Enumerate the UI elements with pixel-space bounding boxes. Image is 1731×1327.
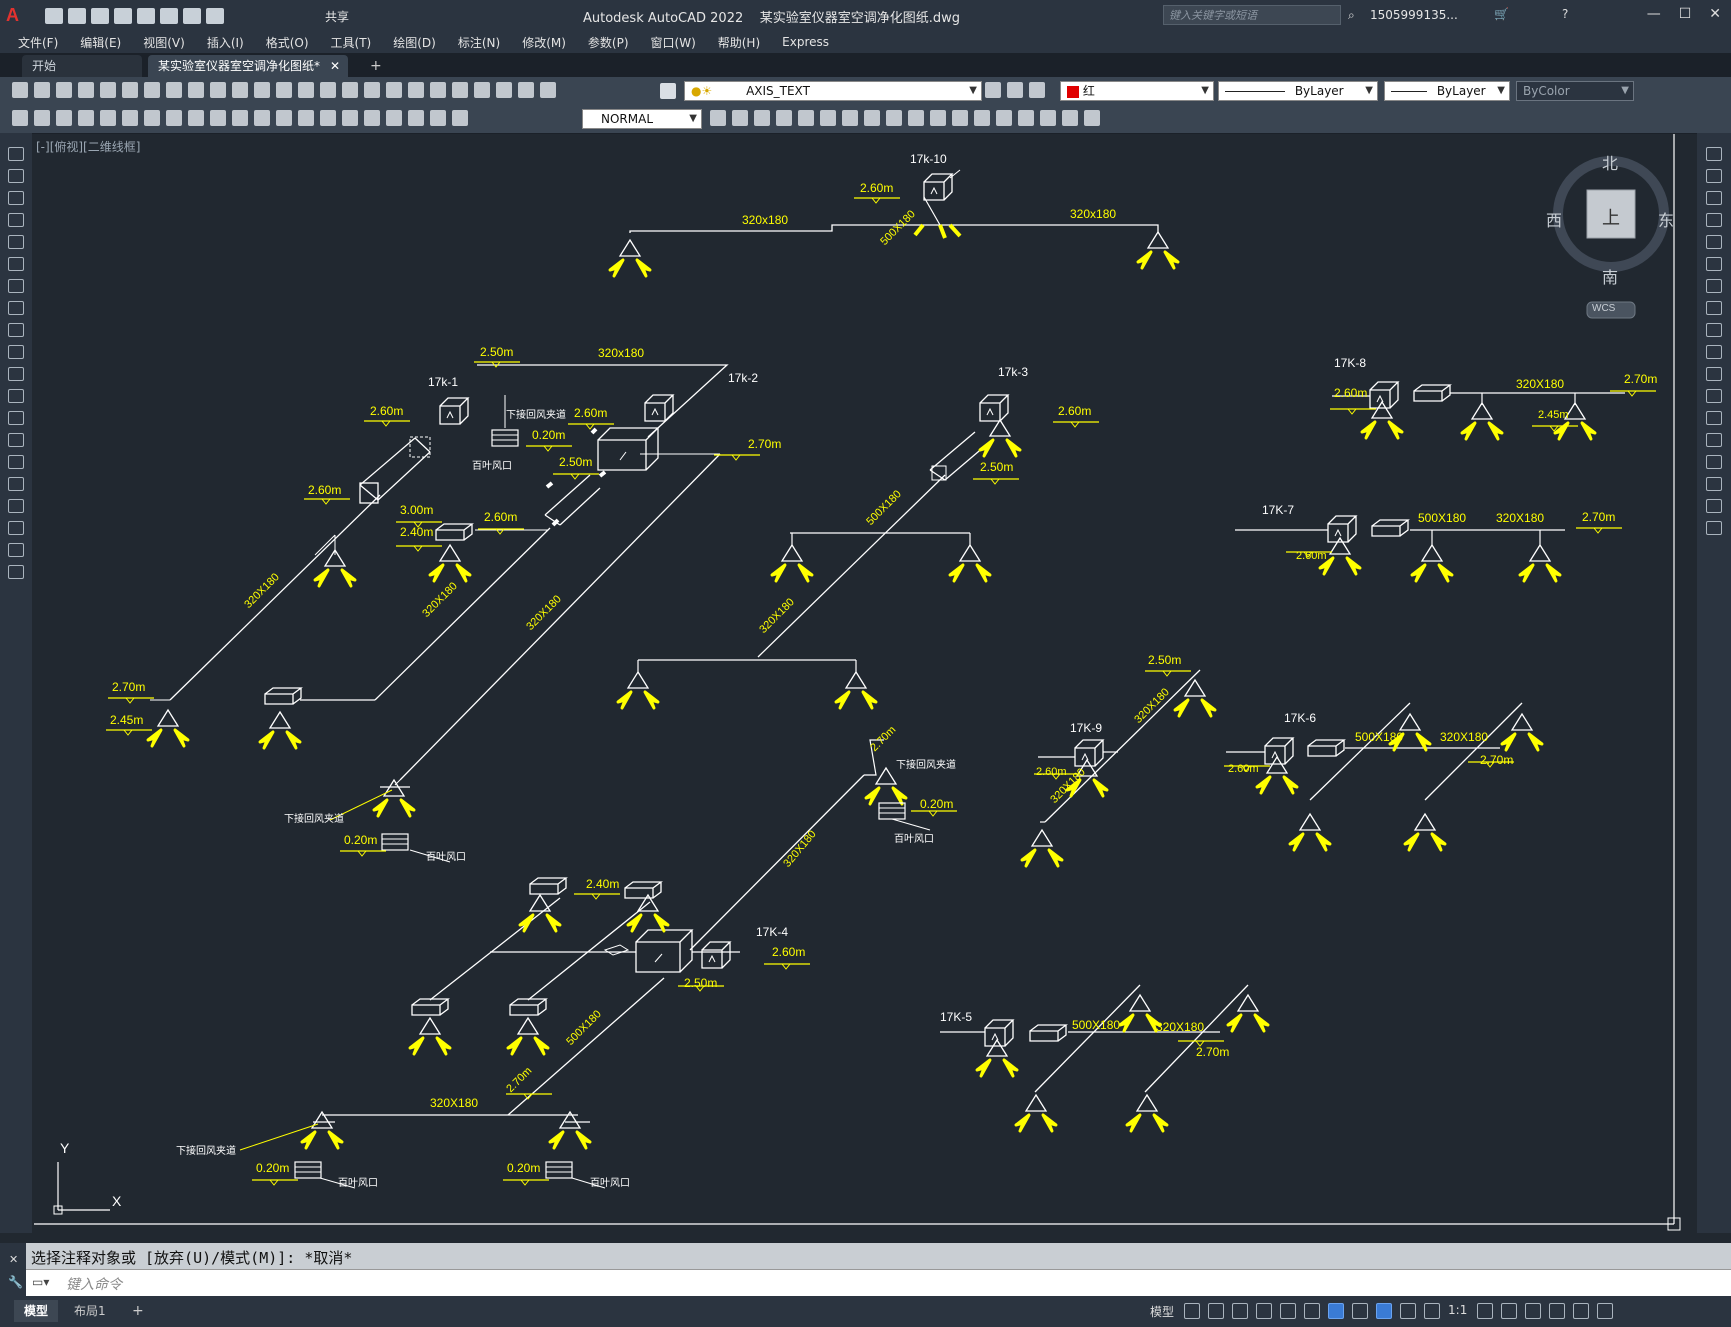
close-icon[interactable]: ✕	[9, 1253, 18, 1266]
model-space-label[interactable]: 模型	[1150, 1303, 1174, 1320]
unit-17K-5[interactable]	[940, 984, 1270, 1133]
workspace-gear-icon[interactable]	[1477, 1303, 1494, 1319]
command-line-handle[interactable]: ✕ 🔧	[0, 1243, 26, 1296]
command-history: 选择注释对象或 [放弃(U)/模式(M)]: *取消*	[26, 1243, 1731, 1269]
unit-17K-8[interactable]	[1329, 381, 1657, 441]
unit-17k-3[interactable]	[616, 394, 1100, 710]
object-snap-icon[interactable]	[1328, 1303, 1345, 1319]
drawing-canvas[interactable]	[0, 0, 1731, 1327]
unit-17k-10[interactable]	[608, 169, 1180, 278]
command-history-text: 选择注释对象或 [放弃(U)/模式(M)]: *取消*	[31, 1249, 353, 1267]
status-toggles: 模型 1:1	[1150, 1303, 1621, 1320]
grid-icon[interactable]	[1184, 1303, 1201, 1319]
hardware-accel-icon[interactable]	[1549, 1303, 1566, 1319]
object-snap-tracking-icon[interactable]	[1304, 1303, 1321, 1319]
tab-layout1[interactable]: 布局1	[64, 1300, 116, 1322]
annotation-scale-icon[interactable]	[1424, 1303, 1441, 1319]
command-placeholder: 键入命令	[66, 1277, 122, 1293]
snap-icon[interactable]	[1208, 1303, 1225, 1319]
customize-icon[interactable]: 🔧	[8, 1275, 23, 1289]
polar-icon[interactable]	[1256, 1303, 1273, 1319]
clean-screen-icon[interactable]	[1573, 1303, 1590, 1319]
unit-17K-6[interactable]	[1223, 702, 1544, 852]
annotation-visibility-icon[interactable]	[1376, 1303, 1393, 1319]
unit-17K-9[interactable]	[1020, 669, 1217, 868]
auto-scale-icon[interactable]	[1400, 1303, 1417, 1319]
status-bar: 模型 布局1 + 模型 1:1	[0, 1296, 1731, 1327]
unit-17K-4[interactable]	[239, 739, 958, 1189]
unit-17k-2[interactable]	[258, 361, 761, 863]
lineweight-icon[interactable]	[1352, 1303, 1369, 1319]
isodraft-icon[interactable]	[1280, 1303, 1297, 1319]
tab-model[interactable]: 模型	[14, 1300, 59, 1322]
ortho-icon[interactable]	[1232, 1303, 1249, 1319]
isolate-icon[interactable]	[1525, 1303, 1542, 1319]
unit-17K-7[interactable]	[1235, 515, 1623, 583]
plus-icon[interactable]	[1501, 1303, 1518, 1319]
ucs-icon	[53, 1162, 110, 1215]
add-layout-button[interactable]: +	[122, 1300, 154, 1322]
customization-icon[interactable]	[1597, 1303, 1614, 1319]
command-input[interactable]: ▭▾ 键入命令	[26, 1269, 1731, 1297]
viewcube[interactable]	[1553, 156, 1669, 319]
annotation-scale-value[interactable]: 1:1	[1448, 1303, 1467, 1320]
command-prompt-icon[interactable]: ▭▾	[32, 1275, 49, 1289]
